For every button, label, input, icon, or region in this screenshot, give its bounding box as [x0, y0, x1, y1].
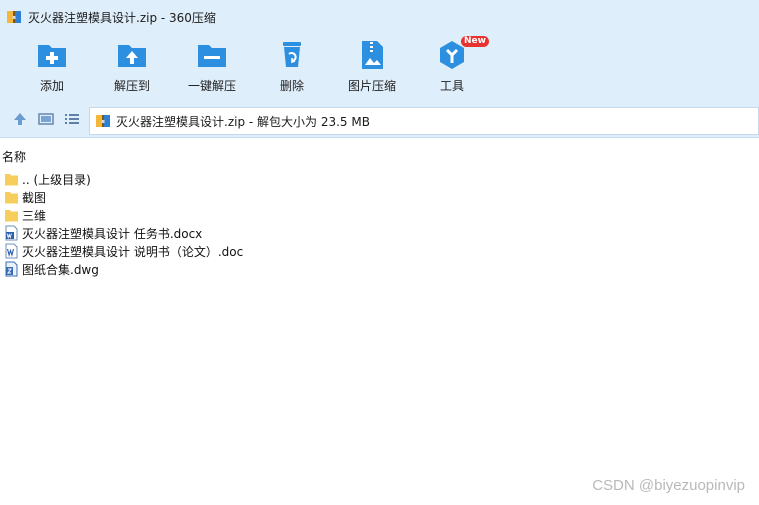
tools-button[interactable]: New 工具 — [416, 36, 489, 96]
folder-icon — [5, 192, 18, 204]
file-list: 名称 .. (上级目录) 截图 三维 灭火器注塑模具设计 任务书.docx 灭火… — [0, 146, 759, 505]
word-doc-icon — [5, 225, 18, 241]
list-item[interactable]: 灭火器注塑模具设计 说明书（论文）.doc — [4, 242, 243, 260]
list-item[interactable]: 图纸合集.dwg — [4, 260, 99, 278]
watermark-text: CSDN @biyezuopinvip — [592, 477, 745, 494]
tools-label: 工具 — [439, 79, 464, 93]
new-badge: New — [461, 36, 489, 47]
extract-to-label: 解压到 — [113, 79, 150, 93]
list-item-name: 截图 — [22, 190, 47, 205]
list-view-icon[interactable] — [64, 111, 80, 127]
thumbnail-view-icon[interactable] — [38, 111, 54, 127]
column-header-name[interactable]: 名称 — [2, 148, 26, 165]
archive-icon — [96, 115, 110, 127]
delete-button[interactable]: 删除 — [256, 38, 328, 96]
list-item-name: 图纸合集.dwg — [22, 262, 99, 277]
window-title: 灭火器注塑模具设计.zip - 360压缩 — [28, 10, 216, 25]
list-item[interactable]: 灭火器注塑模具设计 任务书.docx — [4, 224, 202, 242]
word-doc-icon — [5, 243, 18, 259]
toolbar: 添加 解压到 一键解压 删除 图片压缩 New 工具 — [0, 34, 759, 100]
extract-to-button[interactable]: 解压到 — [96, 38, 168, 96]
image-compress-icon — [362, 41, 383, 69]
recycle-bin-icon — [283, 42, 301, 67]
list-item-name: .. (上级目录) — [22, 172, 91, 187]
image-compress-button[interactable]: 图片压缩 — [336, 38, 408, 96]
add-label: 添加 — [39, 79, 64, 93]
add-folder-icon — [38, 45, 66, 67]
navigation-bar: 灭火器注塑模具设计.zip - 解包大小为 23.5 MB — [0, 100, 759, 138]
image-compress-label: 图片压缩 — [347, 79, 396, 93]
folder-icon — [5, 174, 18, 186]
up-arrow-icon[interactable] — [12, 111, 28, 127]
extract-to-icon — [118, 45, 146, 67]
one-click-extract-label: 一键解压 — [187, 79, 236, 93]
one-click-extract-button[interactable]: 一键解压 — [176, 38, 248, 96]
folder-icon — [5, 210, 18, 222]
list-item-name: 三维 — [22, 208, 47, 223]
list-item-name: 灭火器注塑模具设计 说明书（论文）.doc — [22, 244, 244, 259]
path-text: 灭火器注塑模具设计.zip - 解包大小为 23.5 MB — [116, 114, 370, 129]
delete-label: 删除 — [279, 79, 304, 93]
one-click-extract-icon — [198, 45, 226, 67]
list-item[interactable]: 三维 — [4, 206, 46, 224]
dwg-file-icon — [5, 261, 18, 277]
title-bar: 灭火器注塑模具设计.zip - 360压缩 — [0, 0, 759, 34]
list-item[interactable]: 截图 — [4, 188, 46, 206]
list-item-name: 灭火器注塑模具设计 任务书.docx — [22, 226, 203, 241]
archive-icon — [7, 11, 21, 23]
add-button[interactable]: 添加 — [16, 38, 88, 96]
list-item-parent-dir[interactable]: .. (上级目录) — [4, 170, 91, 188]
path-field[interactable]: 灭火器注塑模具设计.zip - 解包大小为 23.5 MB — [89, 107, 759, 135]
